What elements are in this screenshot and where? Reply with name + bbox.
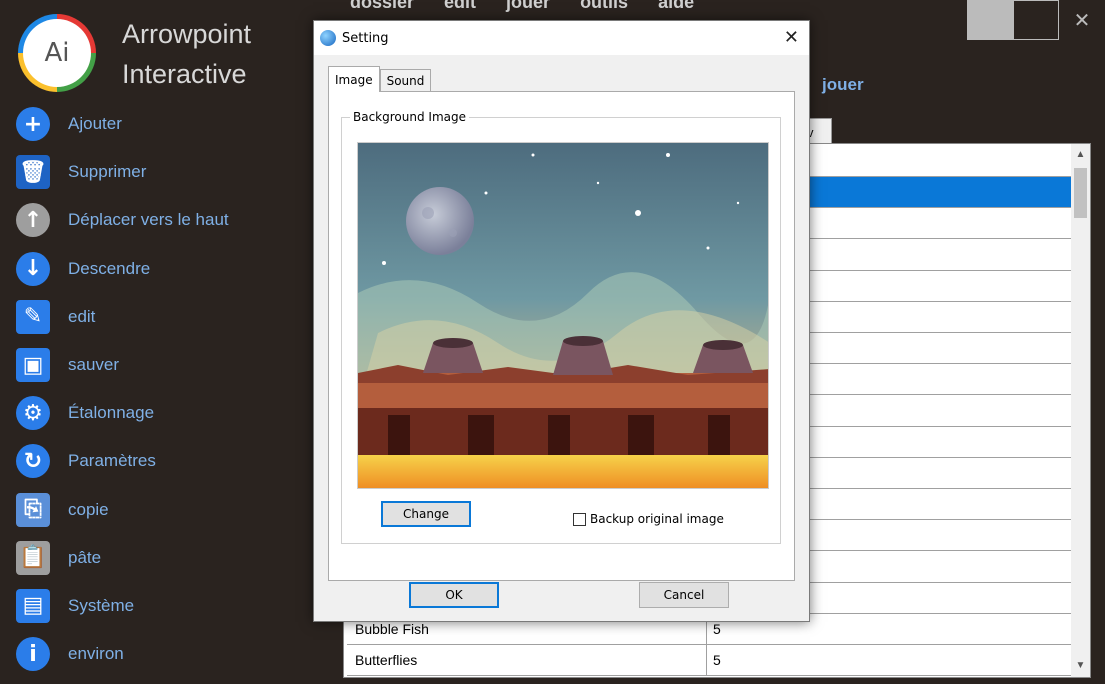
table-cell-name: Butterflies — [347, 645, 707, 676]
tab-image[interactable]: Image — [328, 66, 380, 92]
arrow-down-icon: ↓ — [16, 251, 50, 286]
minimize-icon — [967, 0, 1013, 40]
system-icon: ▤ — [16, 588, 50, 623]
sidebar-item[interactable]: ↻ Paramètres — [16, 437, 229, 485]
sidebar-item[interactable]: i environ — [16, 630, 229, 678]
calibration-gear-icon: ⚙ — [16, 396, 50, 431]
sidebar-item[interactable]: ▣ sauver — [16, 341, 229, 389]
sidebar-item[interactable]: 🗑 Supprimer — [16, 148, 229, 196]
sidebar-item-label: pâte — [68, 547, 102, 567]
brand-name: Arrowpoint Interactive — [122, 14, 251, 94]
sidebar-item-label: environ — [68, 644, 124, 664]
jouer-heading: jouer — [822, 75, 864, 94]
scroll-thumb[interactable] — [1074, 168, 1087, 218]
sidebar-item[interactable]: ↑ Déplacer vers le haut — [16, 196, 229, 244]
ok-button[interactable]: OK — [409, 582, 499, 608]
sidebar-item-label: Paramètres — [68, 451, 156, 471]
arrow-up-icon: ↑ — [16, 203, 50, 238]
backup-original-checkbox[interactable]: Backup original image — [573, 512, 724, 526]
sidebar-item-label: Ajouter — [68, 114, 122, 134]
close-icon: ✕ — [1073, 9, 1091, 32]
sidebar-item[interactable]: 📋 pâte — [16, 534, 229, 582]
dialog-tabs: Image Sound — [328, 66, 432, 92]
sidebar-item-label: edit — [68, 306, 96, 326]
logo-text: Ai — [23, 19, 91, 87]
edit-icon: ✎ — [16, 299, 50, 334]
sidebar-item[interactable]: ✎ edit — [16, 293, 229, 341]
menu-jouer[interactable]: jouer — [506, 0, 550, 14]
sidebar-item-label: Étalonnage — [68, 403, 155, 423]
settings-refresh-icon: ↻ — [16, 444, 50, 479]
save-icon: ▣ — [16, 348, 50, 383]
background-image-preview — [357, 142, 769, 489]
info-icon: i — [16, 637, 50, 672]
table-scrollbar[interactable]: ▲ ▼ — [1071, 144, 1090, 677]
dialog-app-icon — [320, 30, 336, 46]
window-controls: ✕ — [967, 0, 1105, 40]
sidebar-item-label: Descendre — [68, 258, 151, 278]
checkbox-box[interactable] — [573, 512, 586, 526]
dialog-title: Setting — [342, 30, 389, 46]
menu-edit[interactable]: edit — [444, 0, 476, 14]
sidebar-item-label: Déplacer vers le haut — [68, 210, 229, 230]
table-row[interactable]: Butterflies 5 — [347, 645, 1071, 677]
sidebar-item-label: Supprimer — [68, 162, 147, 182]
maximize-button[interactable] — [1013, 0, 1059, 40]
trash-icon: 🗑 — [16, 155, 50, 190]
paste-icon: 📋 — [16, 540, 50, 575]
close-window-button[interactable]: ✕ — [1059, 0, 1105, 40]
menu-outils[interactable]: outils — [580, 0, 628, 14]
backup-original-label: Backup original image — [590, 512, 724, 526]
sidebar-item[interactable]: + Ajouter — [16, 100, 229, 148]
minimize-button[interactable] — [967, 0, 1013, 40]
menu-aide[interactable]: aide — [658, 0, 694, 14]
sidebar-item[interactable]: ⚙ Étalonnage — [16, 389, 229, 437]
setting-dialog: Setting ✕ Image Sound Background Image C… — [313, 20, 810, 622]
sidebar-item-label: Système — [68, 595, 135, 615]
sidebar-item[interactable]: ▤ Système — [16, 582, 229, 630]
scroll-up-icon[interactable]: ▲ — [1071, 146, 1090, 164]
copy-icon: ⎘ — [16, 492, 50, 527]
image-tab-panel: Background Image Change Backup original … — [328, 91, 795, 581]
sidebar: + Ajouter 🗑 Supprimer ↑ Déplacer vers le haut… — [16, 100, 229, 678]
sidebar-item-label: sauver — [68, 355, 120, 375]
brand-line-1: Arrowpoint — [122, 19, 252, 49]
tab-sound[interactable]: Sound — [379, 69, 432, 92]
menu-bar: dossier edit jouer outils aide — [350, 0, 694, 22]
sidebar-item[interactable]: ↓ Descendre — [16, 245, 229, 293]
table-cell-value: 5 — [713, 652, 721, 669]
app-logo: Ai — [18, 14, 96, 92]
group-label: Background Image — [350, 110, 469, 124]
sidebar-item[interactable]: ⎘ copie — [16, 486, 229, 534]
dialog-titlebar: Setting — [314, 21, 809, 55]
maximize-icon — [1013, 0, 1059, 40]
sidebar-item-label: copie — [68, 499, 109, 519]
brand-line-2: Interactive — [122, 59, 247, 89]
change-image-button[interactable]: Change — [381, 501, 471, 527]
space-landscape-image — [358, 143, 768, 488]
dialog-close-icon[interactable]: ✕ — [784, 27, 799, 48]
cancel-button[interactable]: Cancel — [639, 582, 729, 608]
add-icon: + — [16, 107, 50, 142]
menu-dossier[interactable]: dossier — [350, 0, 414, 14]
scroll-down-icon[interactable]: ▼ — [1071, 657, 1090, 675]
